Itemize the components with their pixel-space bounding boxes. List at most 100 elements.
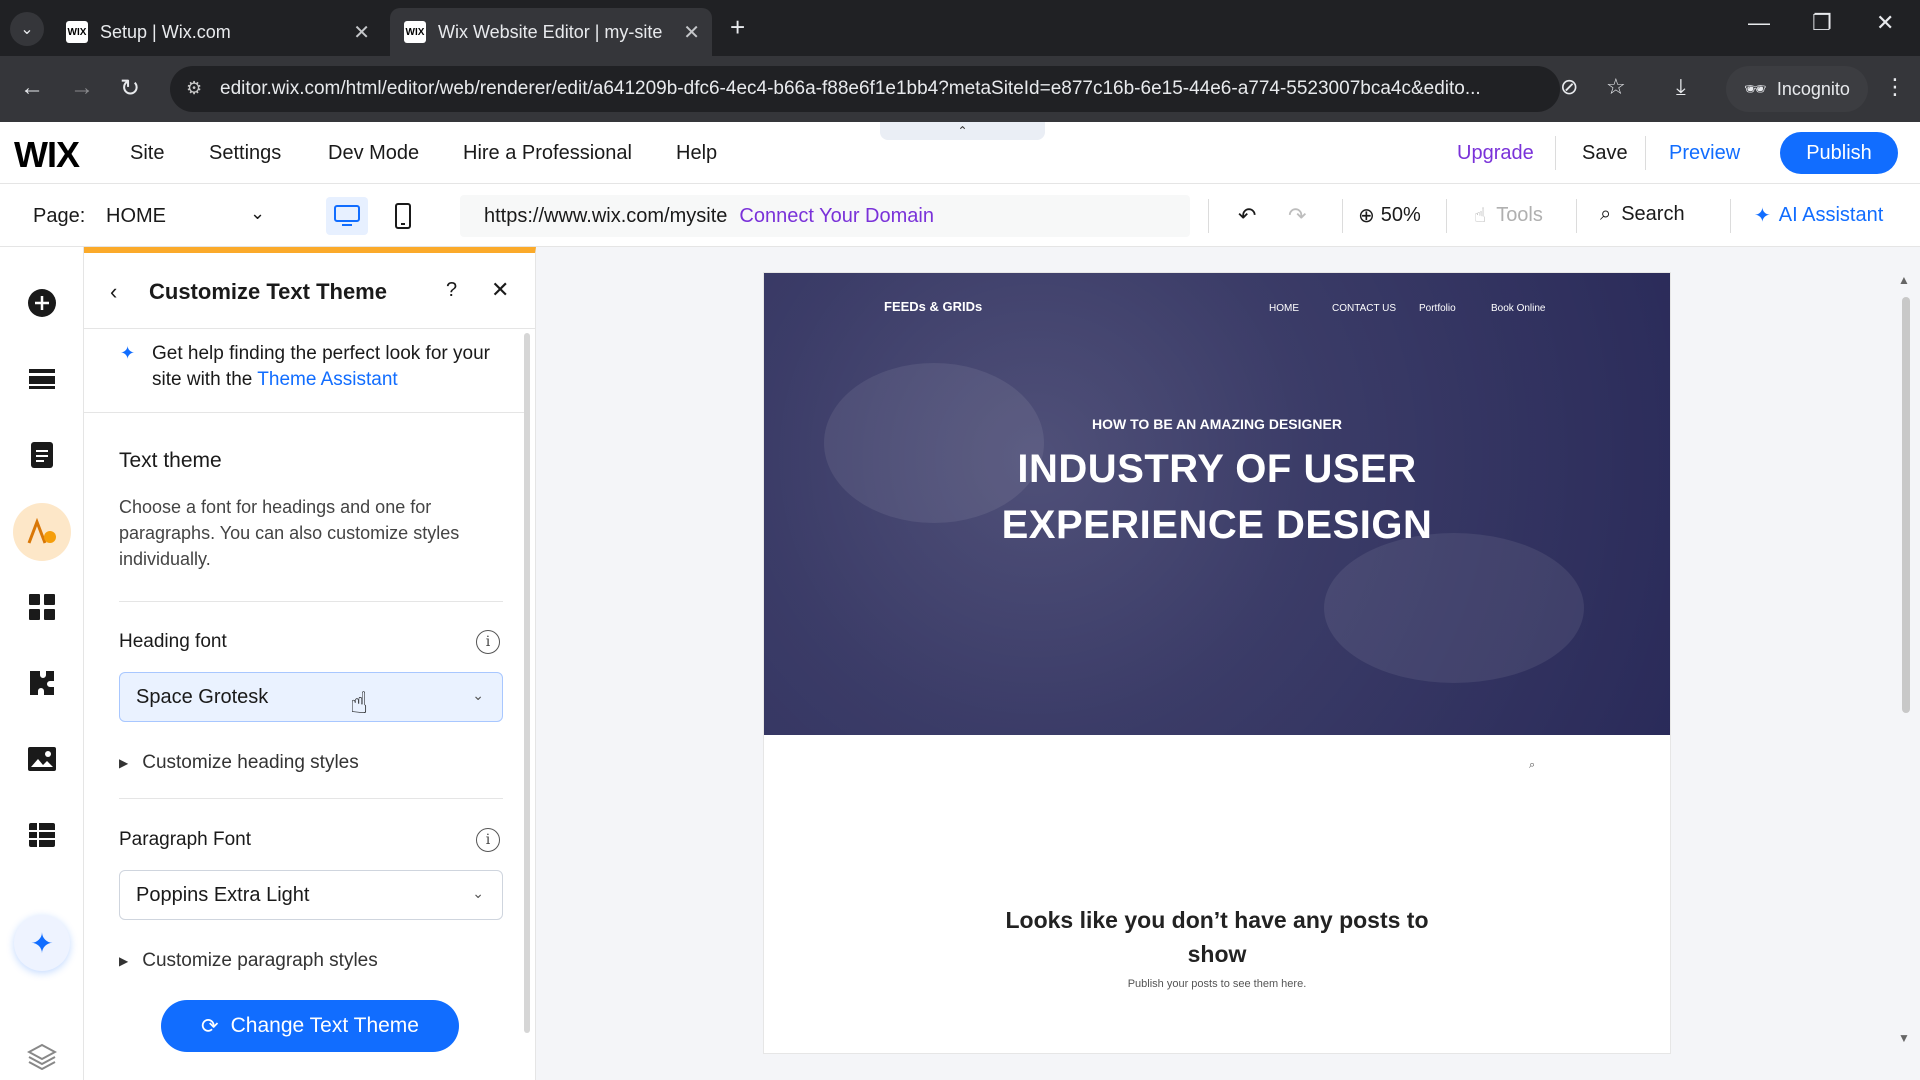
- customize-paragraph-styles-label: Customize paragraph styles: [142, 950, 378, 971]
- reload-icon[interactable]: ↻: [120, 74, 140, 103]
- wix-logo[interactable]: WIX: [14, 134, 80, 176]
- chevron-down-icon: ⌄: [472, 687, 484, 703]
- new-tab-plus-icon[interactable]: +: [730, 12, 745, 43]
- refresh-icon: ⟳: [201, 1014, 219, 1038]
- publish-button[interactable]: Publish: [1780, 132, 1898, 174]
- preview-button[interactable]: Preview: [1669, 142, 1740, 165]
- page-label: Page:: [33, 205, 86, 227]
- menu-hire-professional[interactable]: Hire a Professional: [463, 142, 632, 165]
- heading-font-dropdown[interactable]: Space Grotesk ⌄: [119, 672, 503, 722]
- hero-section[interactable]: FEEDs & GRIDs HOME CONTACT US Portfolio …: [764, 273, 1670, 735]
- divider: [1555, 136, 1556, 170]
- site-url-bar: https://www.wix.com/mysite Connect Your …: [460, 195, 1190, 237]
- chevron-down-icon: ⌄: [472, 885, 484, 901]
- theme-assistant-link[interactable]: Theme Assistant: [257, 369, 397, 390]
- hero-title[interactable]: INDUSTRY OF USER EXPERIENCE DESIGN: [764, 441, 1670, 553]
- page-selector[interactable]: HOME: [106, 205, 166, 228]
- star-icon[interactable]: ☆: [1606, 74, 1626, 100]
- minimize-icon[interactable]: —: [1748, 10, 1770, 36]
- forward-arrow-icon[interactable]: →: [70, 74, 94, 102]
- image-icon: [28, 747, 56, 771]
- sections-button[interactable]: [18, 355, 66, 403]
- url-field[interactable]: ⚙ editor.wix.com/html/editor/web/rendere…: [170, 66, 1560, 112]
- restore-icon[interactable]: ❐: [1812, 10, 1832, 36]
- canvas-scrollbar[interactable]: [1902, 297, 1910, 713]
- redo-icon[interactable]: ↷: [1288, 203, 1306, 229]
- back-arrow-icon[interactable]: ←: [20, 74, 44, 102]
- ai-tools-button[interactable]: ✦: [14, 915, 70, 971]
- info-icon[interactable]: i: [476, 630, 500, 654]
- search-button[interactable]: ⌕ Search: [1600, 203, 1685, 226]
- menu-dev-mode[interactable]: Dev Mode: [328, 142, 419, 165]
- ai-assistant-label: AI Assistant: [1778, 204, 1884, 226]
- media-button[interactable]: [18, 735, 66, 783]
- window-close-icon[interactable]: ✕: [1876, 10, 1894, 36]
- close-icon[interactable]: ✕: [683, 20, 700, 45]
- site-nav-home[interactable]: HOME: [1269, 303, 1299, 314]
- mobile-view-button[interactable]: [388, 197, 418, 235]
- apps-button[interactable]: [18, 583, 66, 631]
- browser-tab-editor[interactable]: WIX Wix Website Editor | my-site ✕: [390, 8, 712, 56]
- incognito-badge[interactable]: 🕶 Incognito: [1726, 66, 1868, 112]
- menu-help[interactable]: Help: [676, 142, 717, 165]
- desktop-view-button[interactable]: [326, 197, 368, 235]
- connect-domain-link[interactable]: Connect Your Domain: [739, 205, 934, 228]
- search-icon[interactable]: ⌕: [1529, 759, 1535, 772]
- customize-paragraph-styles-toggle[interactable]: ▶ Customize paragraph styles: [119, 950, 378, 972]
- upgrade-link[interactable]: Upgrade: [1457, 142, 1534, 165]
- editor-canvas[interactable]: FEEDs & GRIDs HOME CONTACT US Portfolio …: [536, 247, 1920, 1080]
- close-icon[interactable]: ✕: [491, 277, 509, 303]
- eye-off-icon[interactable]: ⊘: [1560, 74, 1578, 100]
- layers-button[interactable]: [18, 1032, 66, 1080]
- site-nav-contact[interactable]: CONTACT US: [1332, 303, 1396, 314]
- cms-button[interactable]: [18, 811, 66, 859]
- menu-settings[interactable]: Settings: [209, 142, 281, 165]
- tab-title: Setup | Wix.com: [100, 21, 231, 42]
- business-apps-button[interactable]: [18, 659, 66, 707]
- back-chevron-icon[interactable]: ‹: [110, 279, 117, 305]
- browser-tab-setup[interactable]: WIX Setup | Wix.com ✕: [52, 8, 382, 56]
- divider: [119, 601, 503, 602]
- collapse-toolbar-handle[interactable]: ⌃: [880, 122, 1045, 140]
- change-text-theme-button[interactable]: ⟳ Change Text Theme: [161, 1000, 459, 1052]
- apps-grid-icon: [29, 594, 55, 620]
- save-button[interactable]: Save: [1582, 142, 1628, 165]
- ai-assistant-button[interactable]: ✦ AI Assistant: [1754, 203, 1883, 228]
- search-icon: ⌕: [1600, 203, 1612, 225]
- panel-scrollbar[interactable]: [524, 333, 530, 1033]
- empty-posts-title[interactable]: Looks like you don’t have any posts to s…: [764, 903, 1670, 971]
- caret-right-icon: ▶: [119, 954, 129, 968]
- download-icon[interactable]: ⤓: [1676, 74, 1686, 100]
- customize-heading-styles-toggle[interactable]: ▶ Customize heading styles: [119, 752, 359, 774]
- info-icon[interactable]: i: [476, 828, 500, 852]
- site-info-icon[interactable]: ⚙: [186, 78, 202, 99]
- scroll-down-arrow-icon[interactable]: ▼: [1898, 1031, 1910, 1045]
- scroll-up-arrow-icon[interactable]: ▲: [1898, 273, 1910, 287]
- site-design-button[interactable]: [13, 503, 71, 561]
- zoom-level: 50%: [1380, 204, 1421, 226]
- help-icon[interactable]: ?: [446, 279, 457, 302]
- hero-title-line: INDUSTRY OF USER: [1017, 447, 1417, 491]
- menu-site[interactable]: Site: [130, 142, 164, 165]
- incognito-icon: 🕶: [1744, 78, 1767, 99]
- design-icon: [27, 518, 56, 544]
- kebab-menu-icon[interactable]: ⋮: [1884, 74, 1906, 100]
- close-icon[interactable]: ✕: [353, 20, 370, 45]
- site-url: https://www.wix.com/mysite: [484, 204, 728, 227]
- site-nav-portfolio[interactable]: Portfolio: [1419, 303, 1456, 314]
- site-preview[interactable]: FEEDs & GRIDs HOME CONTACT US Portfolio …: [764, 273, 1670, 1053]
- pages-button[interactable]: [18, 431, 66, 479]
- site-nav-book-online[interactable]: Book Online: [1491, 303, 1545, 314]
- paragraph-font-dropdown[interactable]: Poppins Extra Light ⌄: [119, 870, 503, 920]
- tools-button[interactable]: ☝ Tools: [1474, 203, 1543, 228]
- tab-search-button[interactable]: ⌄: [10, 12, 44, 46]
- add-elements-button[interactable]: [18, 279, 66, 327]
- zoom-control[interactable]: ⊕ 50%: [1358, 203, 1421, 228]
- search-label: Search: [1621, 203, 1685, 225]
- hero-kicker[interactable]: HOW TO BE AN AMAZING DESIGNER: [764, 416, 1670, 432]
- undo-icon[interactable]: ↶: [1238, 203, 1256, 229]
- panel-title: Customize Text Theme: [149, 279, 387, 304]
- site-logo[interactable]: FEEDs & GRIDs: [884, 299, 982, 314]
- empty-posts-subtitle[interactable]: Publish your posts to see them here.: [764, 978, 1670, 990]
- chevron-down-icon[interactable]: ⌄: [250, 203, 265, 224]
